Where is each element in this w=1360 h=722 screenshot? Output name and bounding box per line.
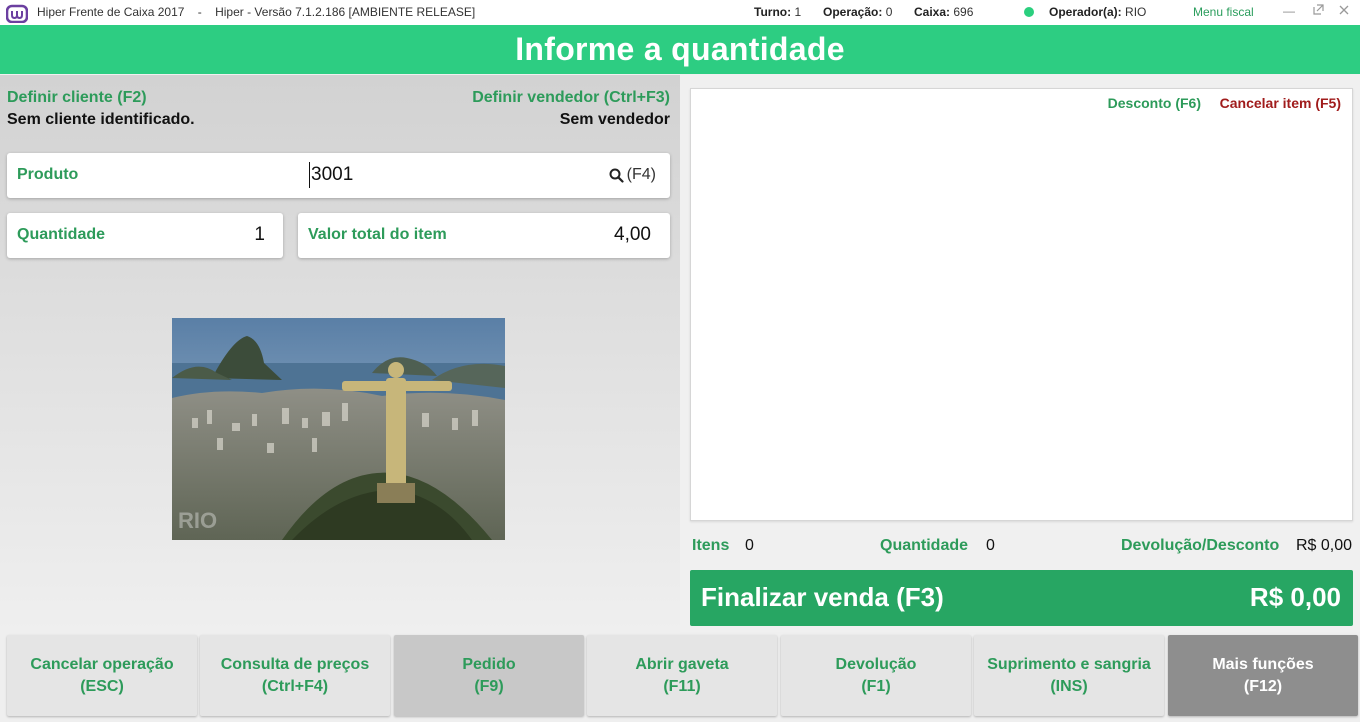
operacao-label: Operação: [823,5,883,19]
define-seller-link[interactable]: Definir vendedor (Ctrl+F3) [472,89,670,107]
item-total-label: Valor total do item [308,226,447,243]
caixa-label: Caixa: [914,5,951,19]
finalize-sale-button[interactable]: Finalizar venda (F3) R$ 0,00 [690,570,1353,626]
operacao-value: 0 [885,5,893,19]
product-search-button[interactable]: (F4) [609,166,656,184]
operador-label: Operador(a): [1049,5,1122,19]
item-total-field: Valor total do item 4,00 [298,213,670,258]
quantity-field[interactable]: Quantidade 1 [7,213,283,258]
return-discount-value: R$ 0,00 [1296,537,1353,554]
operacao-status: Operação: 0 [823,5,892,19]
online-status-indicator [1024,7,1034,17]
button-label: Pedido [462,655,516,673]
turno-label: Turno: [754,5,792,19]
button-label: Cancelar operação [30,655,174,673]
finalize-sale-label: Finalizar venda (F3) [701,582,944,612]
button-shortcut: (F12) [1243,677,1283,695]
button-shortcut: (ESC) [80,677,124,695]
button-label: Suprimento e sangria [987,655,1151,673]
minimize-icon[interactable]: — [1281,3,1297,19]
caixa-value: 696 [953,5,974,19]
turno-value: 1 [794,5,802,19]
title-bar: Hiper Frente de Caixa 2017 - Hiper - Ver… [0,0,1360,25]
operador-value: RIO [1125,5,1147,19]
more-functions-button[interactable]: Mais funções (F12) [1168,635,1358,716]
button-shortcut: (F9) [474,677,504,695]
product-label: Produto [17,166,79,183]
discount-link[interactable]: Desconto (F6) [1108,95,1201,111]
menu-fiscal-link[interactable]: Menu fiscal [1193,5,1254,19]
client-value: Sem cliente identificado. [7,111,195,128]
search-shortcut-label: (F4) [626,166,656,183]
button-label: Mais funções [1212,655,1314,673]
price-lookup-button[interactable]: Consulta de preços (Ctrl+F4) [200,635,390,716]
button-label: Consulta de preços [220,655,370,673]
cancel-operation-button[interactable]: Cancelar operação (ESC) [7,635,197,716]
items-count-label: Itens [692,537,730,554]
search-icon [609,168,624,183]
product-input[interactable] [309,162,589,188]
button-shortcut: (Ctrl+F4) [261,677,329,695]
button-shortcut: (F1) [861,677,891,695]
return-discount-label: Devolução/Desconto [1121,537,1280,554]
return-button[interactable]: Devolução (F1) [781,635,971,716]
sale-entry-panel: Definir cliente (F2) Sem cliente identif… [0,75,680,632]
button-shortcut: (F11) [663,677,701,695]
order-button[interactable]: Pedido (F9) [394,635,584,716]
open-drawer-button[interactable]: Abrir gaveta (F11) [587,635,777,716]
item-total-value: 4,00 [614,224,651,245]
quantity-total-value: 0 [986,537,995,554]
function-toolbar: Cancelar operação (ESC) Consulta de preç… [0,632,1360,722]
item-list[interactable]: Desconto (F6) Cancelar item (F5) [690,88,1353,521]
app-title: Hiper Frente de Caixa 2017 - Hiper - Ver… [37,5,476,19]
sale-total: R$ 0,00 [1249,582,1341,612]
hiper-logo-icon [6,4,28,23]
seller-value: Sem vendedor [559,111,670,128]
button-shortcut: (INS) [1050,677,1088,695]
close-icon[interactable] [1336,3,1352,19]
turno-status: Turno: 1 [754,5,801,19]
cancel-item-link[interactable]: Cancelar item (F5) [1220,95,1341,111]
product-field: Produto (F4) [7,153,670,198]
supply-withdrawal-button[interactable]: Suprimento e sangria (INS) [974,635,1164,716]
button-label: Devolução [835,655,917,673]
popout-icon[interactable] [1310,3,1326,19]
page-title: Informe a quantidade [0,25,1360,74]
define-client-link[interactable]: Definir cliente (F2) [7,89,147,107]
caixa-status: Caixa: 696 [914,5,973,19]
image-watermark: RIO [178,508,217,533]
product-image: RIO [172,318,505,540]
items-count-value: 0 [745,537,754,554]
quantity-total-label: Quantidade [880,537,969,554]
button-label: Abrir gaveta [635,655,729,673]
quantity-label: Quantidade [17,226,106,243]
quantity-value[interactable]: 1 [254,224,265,246]
operador-status: Operador(a): RIO [1049,5,1146,19]
